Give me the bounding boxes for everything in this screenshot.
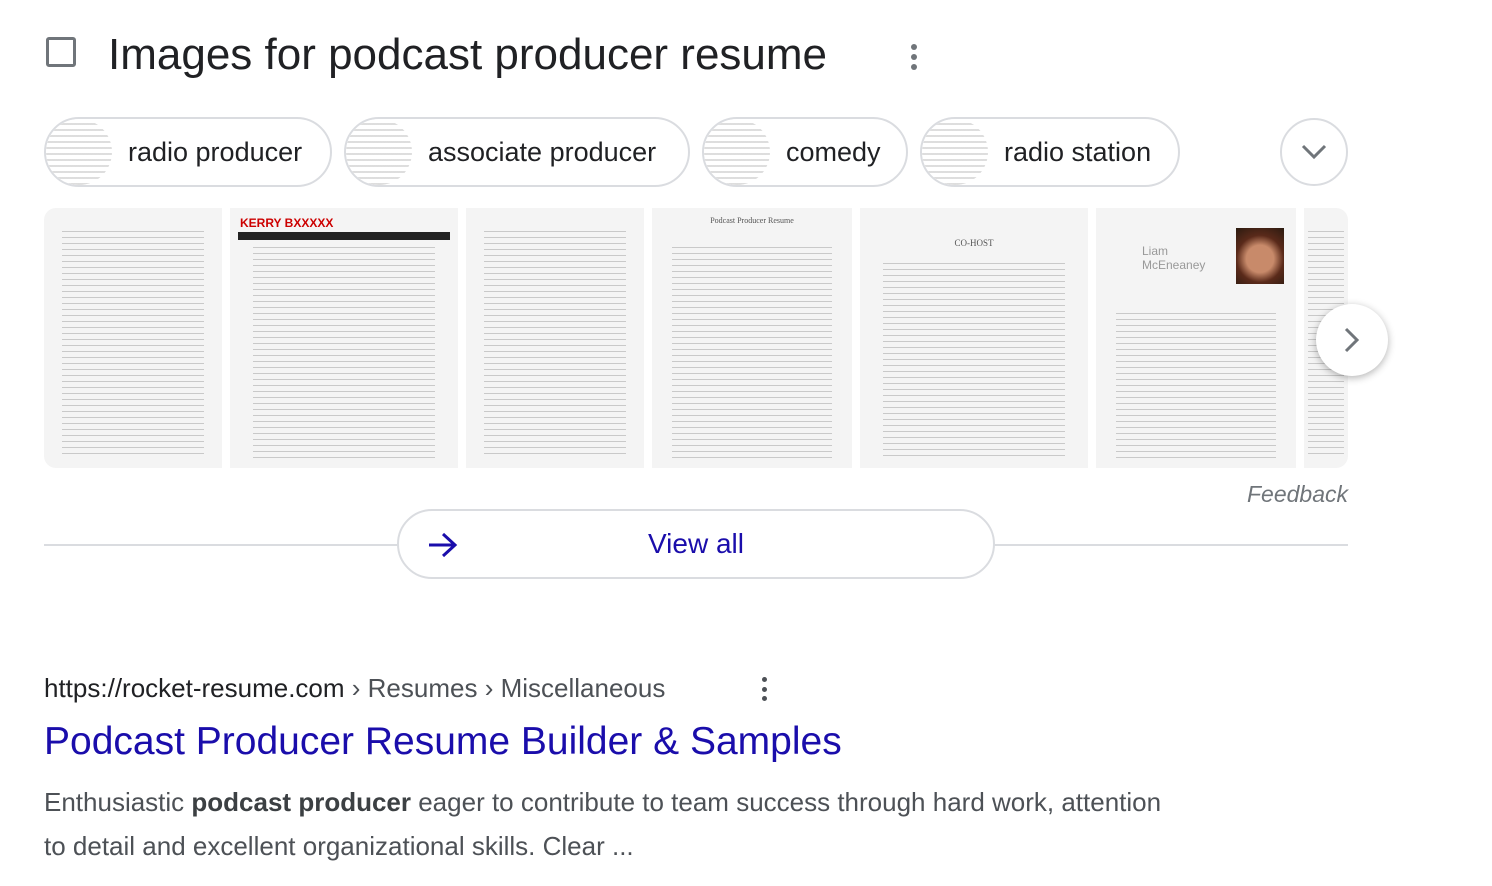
result-title-link[interactable]: Podcast Producer Resume Builder & Sample… [44,720,842,764]
chip-label: radio station [1004,136,1152,167]
more-vert-icon[interactable] [900,40,928,74]
chip-thumbnail [46,119,112,185]
image-icon [46,37,76,67]
chip-label: radio producer [128,136,303,167]
result-snippet: Enthusiastic podcast producer eager to c… [44,780,1164,868]
image-result[interactable] [466,208,644,468]
result-url[interactable]: https://rocket-resume.com › Resumes › Mi… [44,673,665,704]
arrow-right-icon [429,532,458,558]
thumbnail-text: CO-HOST [954,238,994,248]
chip-label: associate producer [428,136,657,167]
more-vert-icon[interactable] [752,674,776,704]
chip-thumbnail [922,119,988,185]
chip-comedy[interactable]: comedy [702,117,908,187]
divider [44,544,398,546]
chip-associate-producer[interactable]: associate producer [344,117,690,187]
snippet-text: Enthusiastic [44,787,192,817]
thumbnail-text: Podcast Producer Resume [710,216,794,225]
snippet-bold: podcast producer [191,787,411,817]
thumbnail-text: Liam McEneaney [1142,244,1206,272]
view-all-label: View all [648,528,744,559]
url-breadcrumb: › Resumes › Miscellaneous [344,673,666,703]
image-result[interactable]: Liam McEneaney [1096,208,1296,468]
url-domain: https://rocket-resume.com [44,673,345,703]
chip-thumbnail [704,119,770,185]
chip-thumbnail [346,119,412,185]
chevron-right-icon[interactable] [1316,304,1388,376]
image-result[interactable]: KERRY BXXXXX [230,208,458,468]
image-result[interactable] [44,208,222,468]
view-all-button[interactable]: View all [397,509,995,579]
chevron-down-icon[interactable] [1280,118,1348,186]
chip-radio-station[interactable]: radio station [920,117,1180,187]
thumbnail-text: KERRY BXXXXX [240,216,334,230]
divider [994,544,1348,546]
chip-label: comedy [786,136,881,167]
image-result[interactable]: Podcast Producer Resume [652,208,852,468]
image-result[interactable]: CO-HOST [860,208,1088,468]
feedback-link[interactable]: Feedback [1247,481,1348,508]
section-title: Images for podcast producer resume [108,30,828,79]
portrait-photo [1236,228,1284,284]
chip-radio-producer[interactable]: radio producer [44,117,332,187]
